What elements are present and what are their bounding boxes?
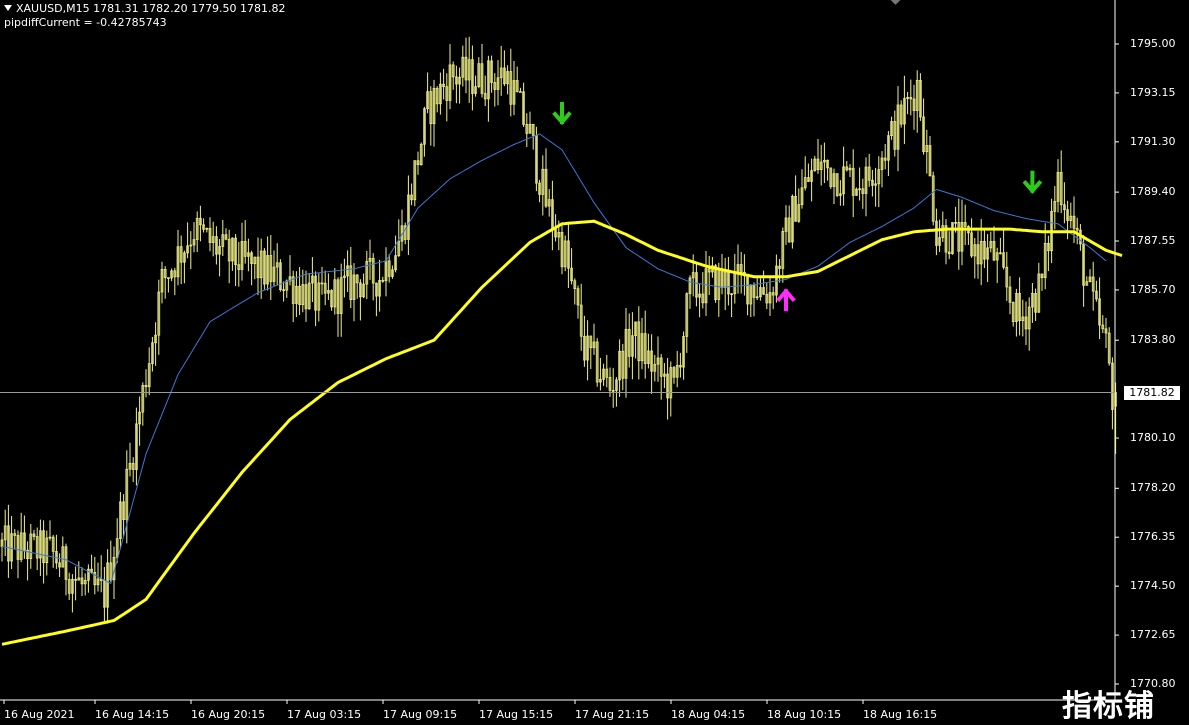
price-tick-label: 1795.00: [1130, 37, 1176, 50]
signal-arrows: [552, 102, 1043, 312]
watermark-logo: 指标铺: [1062, 689, 1155, 724]
buy-arrow-icon: [776, 288, 796, 312]
slow-moving-average-line: [1, 219, 1123, 646]
price-tick-label: 1791.30: [1130, 134, 1176, 148]
time-tick-label: 17 Aug 15:15: [479, 708, 554, 721]
fast-moving-average-line: [1, 133, 1107, 585]
price-tick-label: 1789.40: [1130, 185, 1176, 199]
time-tick-label: 17 Aug 21:15: [575, 708, 650, 721]
time-tick-label: 18 Aug 10:15: [767, 708, 842, 721]
time-tick-label: 16 Aug 14:15: [95, 708, 170, 721]
candles: [0, 36, 1117, 624]
symbol-info: XAUUSD,M15 1781.31 1782.20 1779.50 1781.…: [16, 2, 286, 15]
time-tick-label: 18 Aug 04:15: [671, 708, 746, 721]
sell-arrow-icon: [1022, 170, 1043, 194]
collapse-triangle-icon[interactable]: [4, 5, 12, 11]
symbol-header[interactable]: XAUUSD,M15 1781.31 1782.20 1779.50 1781.…: [4, 2, 286, 15]
price-tick-label: 1778.20: [1130, 481, 1176, 495]
time-tick-label: 17 Aug 03:15: [287, 708, 362, 721]
axis-frame: [0, 0, 1119, 704]
price-tick-label: 1780.10: [1130, 431, 1176, 445]
indicator-header: pipdiffCurrent = -0.42785743: [4, 16, 167, 29]
price-tick-label: 1783.80: [1130, 333, 1176, 347]
candle-body: [519, 91, 522, 93]
time-tick-label: 17 Aug 09:15: [383, 708, 458, 721]
price-tick-label: 1774.50: [1130, 579, 1176, 593]
time-tick-label: 18 Aug 16:15: [863, 708, 938, 721]
price-tick-label: 1785.70: [1130, 282, 1176, 296]
current-price-label: 1781.82: [1124, 385, 1180, 400]
price-tick-label: 1793.15: [1130, 85, 1176, 99]
time-tick-label: 16 Aug 20:15: [191, 708, 266, 721]
price-tick-label: 1787.55: [1130, 234, 1176, 248]
time-tick-label: 16 Aug 2021: [4, 708, 75, 721]
price-tick-label: 1772.65: [1130, 628, 1176, 642]
price-tick-label: 1776.35: [1130, 530, 1176, 544]
chart-area[interactable]: XAUUSD,M15 1781.31 1782.20 1779.50 1781.…: [0, 0, 1189, 725]
sell-arrow-icon: [552, 102, 572, 126]
price-chart[interactable]: [0, 0, 1189, 725]
